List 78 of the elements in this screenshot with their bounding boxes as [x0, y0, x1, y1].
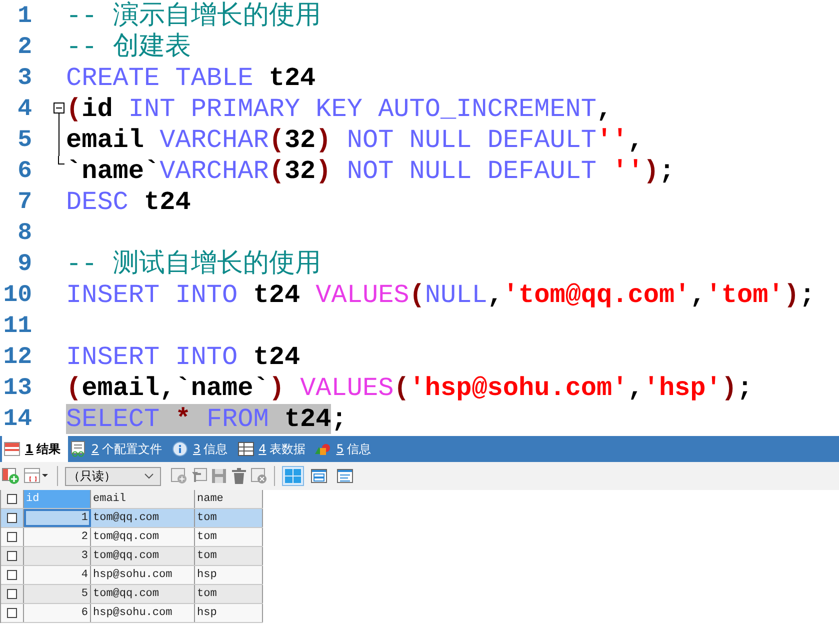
line-number: 3 — [16, 65, 32, 92]
mode-dropdown[interactable]: （只读） — [65, 466, 161, 486]
table-cell: tom — [195, 528, 263, 546]
code-line: email VARCHAR(32) NOT NULL DEFAULT'', — [66, 125, 644, 156]
code-line: SELECT * FROM t24; — [66, 404, 347, 435]
line-number: 12 — [2, 344, 32, 371]
table-cell: tom — [195, 509, 263, 527]
result-tab[interactable]: 1 结果 — [2, 436, 68, 462]
result-tab[interactable]: 5 信息 — [313, 436, 379, 462]
table-cell: tom — [195, 547, 263, 565]
line-number: 7 — [16, 189, 32, 216]
code-line: (id INT PRIMARY KEY AUTO_INCREMENT, — [66, 94, 612, 125]
table-row[interactable]: 4 hsp@sohu.com hsp — [1, 566, 263, 585]
row-checkbox[interactable] — [7, 570, 17, 580]
table-row[interactable]: 3 tom@qq.com tom — [1, 547, 263, 566]
table-cell: hsp — [195, 566, 263, 584]
code-line: `name`VARCHAR(32) NOT NULL DEFAULT ''); — [66, 156, 675, 187]
table-cell: tom@qq.com — [91, 528, 195, 546]
shapes-icon — [315, 442, 332, 456]
code-line: INSERT INTO t24 VALUES(NULL,'tom@qq.com','tom'); — [66, 280, 815, 311]
table-row[interactable]: 1 tom@qq.com tom — [1, 509, 263, 528]
line-number: 9 — [16, 251, 32, 278]
line-number: 5 — [16, 127, 32, 154]
view-mode-button[interactable] — [308, 466, 330, 486]
code-line: CREATE TABLE t24 — [66, 63, 316, 94]
line-number: 13 — [2, 375, 32, 402]
table-cell: 2 — [24, 528, 91, 546]
row-checkbox[interactable] — [7, 608, 17, 618]
table-cell: 4 — [24, 566, 91, 584]
add-grid-icon — [171, 468, 187, 484]
column-header[interactable]: email — [91, 490, 195, 508]
column-header[interactable]: name — [195, 490, 263, 508]
trash-icon — [231, 468, 247, 484]
table-cell: tom@qq.com — [91, 585, 195, 603]
code-line: -- 测试自增长的使用 — [66, 249, 321, 280]
code-line: DESC t24 — [66, 187, 191, 218]
add-row-icon[interactable] — [2, 468, 20, 484]
table-row[interactable]: 5 tom@qq.com tom — [1, 585, 263, 604]
row-checkbox[interactable] — [7, 513, 17, 523]
table-icon — [238, 442, 254, 456]
save-icon — [211, 468, 227, 484]
table-cell: 3 — [24, 547, 91, 565]
table-cell: hsp@sohu.com — [91, 566, 195, 584]
line-number: 1 — [16, 3, 32, 30]
code-line: -- 演示自增长的使用 — [66, 1, 321, 32]
line-number: 14 — [2, 406, 32, 433]
clear-icon — [251, 468, 267, 484]
row-checkbox[interactable] — [7, 532, 17, 542]
chevron-down-icon — [144, 473, 154, 479]
line-number: 6 — [16, 158, 32, 185]
line-number: 2 — [16, 34, 32, 61]
code-line: (email,`name`) VALUES('hsp@sohu.com','hsp'); — [66, 373, 753, 404]
view-mode-button[interactable] — [334, 466, 356, 486]
table-cell: tom@qq.com — [91, 547, 195, 565]
code-line: INSERT INTO t24 — [66, 342, 300, 373]
result-grid-icon — [4, 442, 20, 456]
table-cell: tom — [195, 585, 263, 603]
line-number: 11 — [2, 313, 32, 340]
table-cell: 5 — [24, 585, 91, 603]
table-row[interactable]: 6 hsp@sohu.com hsp — [1, 604, 263, 623]
table-cell: 1 — [24, 509, 91, 527]
line-number: 8 — [16, 220, 32, 247]
table-row[interactable]: 2 tom@qq.com tom — [1, 528, 263, 547]
result-tab[interactable]: 4 表数据 — [236, 436, 314, 462]
line-number: 4 — [16, 96, 32, 123]
result-tab[interactable]: 3 信息 — [170, 436, 236, 462]
line-number: 10 — [2, 282, 32, 309]
row-checkbox[interactable] — [7, 551, 17, 561]
table-cell: 6 — [24, 604, 91, 622]
code-line: -- 创建表 — [66, 32, 191, 63]
table-cell: tom@qq.com — [91, 509, 195, 527]
info-icon — [172, 441, 188, 457]
table-cell: hsp — [195, 604, 263, 622]
select-all-checkbox[interactable] — [7, 494, 17, 504]
row-checkbox[interactable] — [7, 589, 17, 599]
fold-end — [58, 156, 65, 165]
result-tab[interactable]: 2 个配置文件 — [68, 436, 170, 462]
table-cell: hsp@sohu.com — [91, 604, 195, 622]
